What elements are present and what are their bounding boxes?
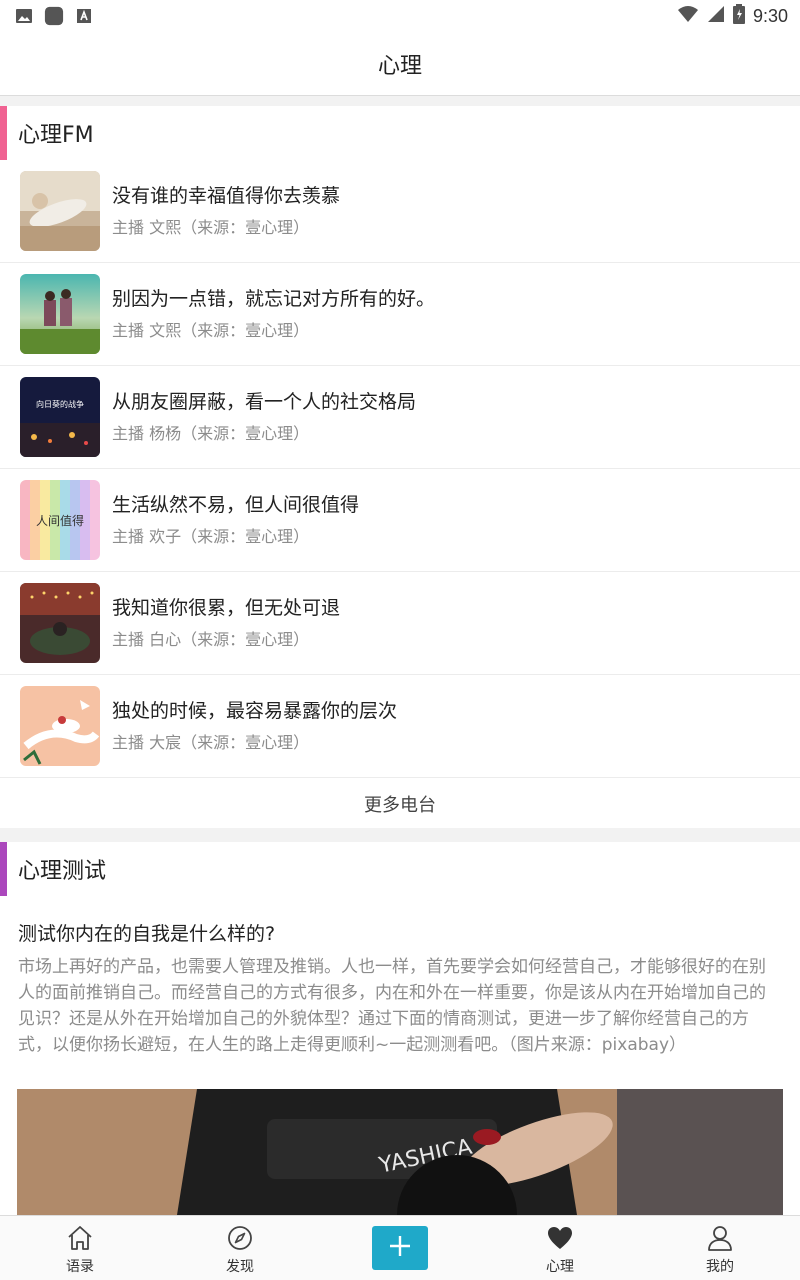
fm-item-subtitle: 主播 杨杨（来源：壹心理） bbox=[112, 424, 310, 443]
fm-item-subtitle: 主播 白心（来源：壹心理） bbox=[112, 630, 310, 649]
fm-item-subtitle: 主播 欢子（来源：壹心理） bbox=[112, 527, 310, 546]
test-section-title: 心理测试 bbox=[18, 859, 107, 884]
tab-label: 我的 bbox=[706, 1259, 734, 1275]
fm-section-header: 心理FM bbox=[0, 106, 800, 160]
more-radio-button[interactable]: 更多电台 bbox=[0, 778, 800, 830]
fm-thumbnail bbox=[20, 583, 100, 663]
image-notification-icon bbox=[14, 6, 34, 26]
fm-list-item[interactable]: 向日葵的战争 从朋友圈屏蔽，看一个人的社交格局 主播 杨杨（来源：壹心理） bbox=[0, 366, 800, 469]
bottom-tab-bar: 语录 发现 心理 我的 bbox=[0, 1215, 800, 1280]
fm-list-item[interactable]: 独处的时候，最容易暴露你的层次 主播 大宸（来源：壹心理） bbox=[0, 675, 800, 778]
fm-thumbnail bbox=[20, 686, 100, 766]
test-card-description: 市场上再好的产品，也需要人管理及推销。人也一样，首先要学会如何经营自己，才能够很… bbox=[18, 957, 766, 1055]
fm-item-subtitle: 主播 文熙（来源：壹心理） bbox=[112, 218, 310, 237]
thumb-caption: 人间值得 bbox=[36, 513, 84, 528]
test-card-title[interactable]: 测试你内在的自我是什么样的? bbox=[0, 896, 800, 946]
tab-label: 心理 bbox=[546, 1259, 574, 1275]
fm-thumbnail bbox=[20, 274, 100, 354]
tab-psychology[interactable]: 心理 bbox=[480, 1216, 640, 1280]
tab-add[interactable] bbox=[320, 1216, 480, 1280]
fm-thumbnail: 人间值得 bbox=[20, 480, 100, 560]
tab-label: 语录 bbox=[66, 1259, 94, 1275]
section-accent-bar bbox=[0, 842, 7, 896]
section-accent-bar bbox=[0, 106, 7, 160]
fm-item-title: 生活纵然不易，但人间很值得 bbox=[112, 494, 360, 516]
test-section: 心理测试 测试你内在的自我是什么样的? 市场上再好的产品，也需要人管理及推销。人… bbox=[0, 842, 800, 1215]
user-icon bbox=[706, 1224, 734, 1252]
fm-thumbnail bbox=[20, 171, 100, 251]
test-section-header: 心理测试 bbox=[0, 842, 800, 896]
tab-quotes[interactable]: 语录 bbox=[0, 1216, 160, 1280]
tab-label: 发现 bbox=[226, 1259, 254, 1275]
fm-item-title: 没有谁的幸福值得你去羡慕 bbox=[112, 185, 341, 207]
test-card-image[interactable]: YASHICA bbox=[17, 1089, 783, 1215]
fm-item-title: 别因为一点错，就忘记对方所有的好。 bbox=[112, 288, 436, 310]
font-notification-icon bbox=[74, 6, 94, 26]
page-title: 心理 bbox=[377, 53, 422, 79]
home-icon bbox=[66, 1224, 94, 1252]
fm-item-subtitle: 主播 文熙（来源：壹心理） bbox=[112, 321, 310, 340]
tab-discover[interactable]: 发现 bbox=[160, 1216, 320, 1280]
battery-icon bbox=[732, 4, 745, 28]
add-icon bbox=[388, 1234, 412, 1262]
app-header: 心理 bbox=[0, 32, 800, 96]
fm-item-subtitle: 主播 大宸（来源：壹心理） bbox=[112, 733, 310, 752]
fm-item-title: 独处的时候，最容易暴露你的层次 bbox=[112, 700, 398, 722]
wifi-icon bbox=[677, 5, 699, 27]
notification-icons bbox=[14, 6, 94, 26]
fm-thumbnail: 向日葵的战争 bbox=[20, 377, 100, 457]
fm-section-title: 心理FM bbox=[18, 123, 94, 148]
thumb-caption: 向日葵的战争 bbox=[36, 399, 84, 409]
status-bar: 9:30 bbox=[0, 0, 800, 32]
app-notification-icon bbox=[44, 6, 64, 26]
fm-list-item[interactable]: 我知道你很累，但无处可退 主播 白心（来源：壹心理） bbox=[0, 572, 800, 675]
signal-icon bbox=[707, 5, 725, 27]
add-button[interactable] bbox=[372, 1226, 428, 1270]
fm-section: 心理FM 没有谁的幸福值得你去羡慕 主播 文熙（来源：壹心理） 别因为一点错，就… bbox=[0, 106, 800, 828]
heart-icon bbox=[546, 1224, 574, 1252]
fm-item-title: 从朋友圈屏蔽，看一个人的社交格局 bbox=[112, 391, 417, 413]
fm-item-title: 我知道你很累，但无处可退 bbox=[112, 597, 341, 619]
clock: 9:30 bbox=[752, 5, 788, 26]
compass-icon bbox=[226, 1224, 254, 1252]
fm-list-item[interactable]: 别因为一点错，就忘记对方所有的好。 主播 文熙（来源：壹心理） bbox=[0, 263, 800, 366]
content-scroll[interactable]: 心理FM 没有谁的幸福值得你去羡慕 主播 文熙（来源：壹心理） 别因为一点错，就… bbox=[0, 96, 800, 1215]
tab-mine[interactable]: 我的 bbox=[640, 1216, 800, 1280]
fm-list-item[interactable]: 没有谁的幸福值得你去羡慕 主播 文熙（来源：壹心理） bbox=[0, 160, 800, 263]
fm-list-item[interactable]: 人间值得 生活纵然不易，但人间很值得 主播 欢子（来源：壹心理） bbox=[0, 469, 800, 572]
system-indicators: 9:30 bbox=[677, 4, 788, 28]
